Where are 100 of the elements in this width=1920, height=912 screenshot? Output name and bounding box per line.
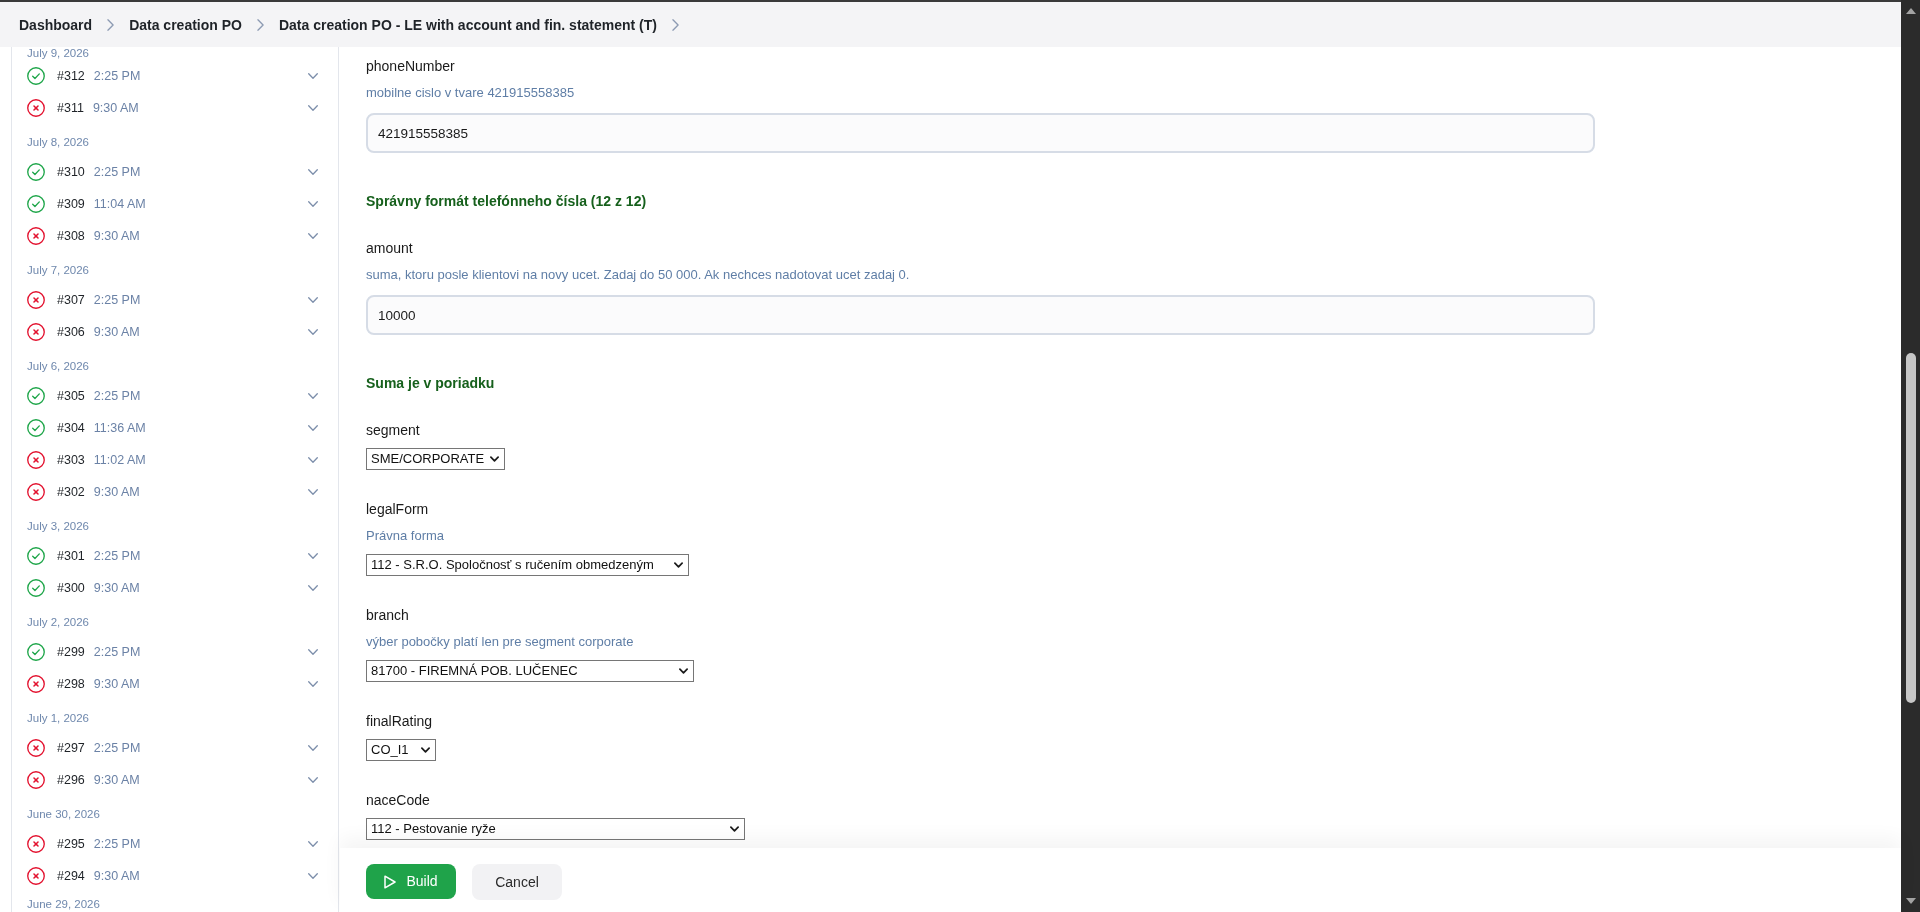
build-time-link[interactable]: 9:30 AM bbox=[93, 580, 140, 596]
date-heading: June 29, 2026 bbox=[27, 898, 100, 911]
chevron-right-icon bbox=[256, 18, 264, 31]
build-time-link[interactable]: 11:04 AM bbox=[93, 196, 146, 212]
chevron-down-icon[interactable] bbox=[308, 585, 318, 591]
field-description: Právna forma bbox=[366, 527, 445, 545]
breadcrumb-link[interactable]: Data creation PO - LE with account and fin. statement (T) bbox=[278, 14, 657, 35]
build-time-link[interactable]: 9:30 AM bbox=[93, 676, 140, 692]
build-number-link[interactable]: #303 bbox=[57, 452, 85, 468]
dropdown-select[interactable]: SME/CORPORATE bbox=[366, 448, 506, 470]
field-label: phoneNumber bbox=[366, 57, 455, 76]
build-number-link[interactable]: #311 bbox=[57, 100, 84, 116]
field-description: výber pobočky platí len pre segment corporate bbox=[366, 633, 634, 651]
chevron-down-icon[interactable] bbox=[308, 489, 318, 495]
build-number-link[interactable]: #306 bbox=[57, 324, 85, 340]
build-time-link[interactable]: 2:25 PM bbox=[93, 644, 141, 660]
chevron-down-icon[interactable] bbox=[308, 745, 318, 751]
validation-message: Suma je v poriadku bbox=[366, 374, 495, 393]
dropdown-select[interactable]: CO_I1 bbox=[366, 739, 436, 761]
chevron-right-icon bbox=[672, 18, 679, 31]
build-time-link[interactable]: 9:30 AM bbox=[93, 772, 140, 788]
build-time-link[interactable]: 2:25 PM bbox=[93, 740, 141, 756]
build-number-link[interactable]: #294 bbox=[57, 868, 85, 884]
validation-message: Správny formát telefónneho čísla (12 z 12) bbox=[366, 192, 647, 211]
breadcrumb-link[interactable]: Dashboard bbox=[19, 14, 93, 35]
build-number-link[interactable]: #295 bbox=[57, 836, 85, 852]
build-number-link[interactable]: #309 bbox=[57, 196, 85, 212]
field-description: mobilne cislo v tvare 421915558385 bbox=[366, 84, 575, 102]
chevron-down-icon[interactable] bbox=[308, 201, 318, 207]
build-time-link[interactable]: 2:25 PM bbox=[93, 164, 141, 180]
date-heading: June 30, 2026 bbox=[27, 807, 100, 821]
build-number-link[interactable]: #297 bbox=[57, 740, 85, 756]
chevron-down-icon[interactable] bbox=[308, 681, 318, 687]
chevron-down-icon bbox=[490, 456, 500, 462]
build-number-link[interactable]: #299 bbox=[57, 644, 85, 660]
field-description: suma, ktoru posle klientovi na novy ucet. Zadaj do 50 000. Ak nechces nadotovat ucet zadaj 0. bbox=[366, 266, 910, 284]
cancel-button[interactable]: Cancel bbox=[472, 864, 562, 900]
chevron-down-icon[interactable] bbox=[308, 649, 318, 655]
field-label: legalForm bbox=[366, 500, 429, 519]
build-number-link[interactable]: #300 bbox=[57, 580, 85, 596]
field-label: segment bbox=[366, 421, 420, 440]
dropdown-select[interactable]: 81700 - FIREMNÁ POB. LUČENEC bbox=[366, 660, 694, 682]
build-time-link[interactable]: 9:30 AM bbox=[92, 100, 139, 116]
build-time-link[interactable]: 11:36 AM bbox=[93, 420, 146, 436]
date-heading: July 8, 2026 bbox=[27, 135, 89, 149]
date-heading: July 2, 2026 bbox=[27, 615, 89, 629]
dropdown-select[interactable]: 112 - S.R.O. Spoločnosť s ručením obmedzeným bbox=[366, 554, 689, 576]
build-time-link[interactable]: 9:30 AM bbox=[93, 324, 140, 340]
build-time-link[interactable]: 2:25 PM bbox=[93, 68, 141, 84]
scrollbar[interactable] bbox=[1901, 0, 1920, 912]
scrollbar-thumb[interactable] bbox=[1905, 353, 1916, 703]
chevron-down-icon[interactable] bbox=[308, 777, 318, 783]
field-label: finalRating bbox=[366, 712, 433, 731]
date-heading: July 3, 2026 bbox=[27, 519, 89, 533]
build-time-link[interactable]: 11:02 AM bbox=[93, 452, 146, 468]
text-input-field[interactable]: 421915558385 bbox=[366, 113, 1595, 153]
chevron-down-icon[interactable] bbox=[308, 297, 318, 303]
build-number-link[interactable]: #312 bbox=[57, 68, 85, 84]
build-time-link[interactable]: 2:25 PM bbox=[93, 292, 141, 308]
chevron-down-icon bbox=[421, 747, 430, 753]
chevron-down-icon[interactable] bbox=[308, 457, 318, 463]
breadcrumb-link[interactable]: Data creation PO bbox=[129, 14, 242, 35]
date-heading: July 1, 2026 bbox=[27, 711, 89, 725]
chevron-down-icon bbox=[674, 562, 683, 568]
build-time-link[interactable]: 9:30 AM bbox=[93, 868, 140, 884]
chevron-right-icon bbox=[107, 18, 115, 31]
chevron-down-icon[interactable] bbox=[308, 425, 318, 431]
dropdown-select[interactable]: 112 - Pestovanie ryže bbox=[366, 818, 745, 840]
build-number-link[interactable]: #308 bbox=[57, 228, 85, 244]
field-label: branch bbox=[366, 606, 409, 625]
build-number-link[interactable]: #298 bbox=[57, 676, 85, 692]
build-number-link[interactable]: #304 bbox=[57, 420, 85, 436]
build-number-link[interactable]: #301 bbox=[57, 548, 85, 564]
scroll-down-arrow-icon[interactable] bbox=[1905, 898, 1916, 904]
build-number-link[interactable]: #307 bbox=[57, 292, 85, 308]
chevron-down-icon[interactable] bbox=[308, 105, 318, 111]
build-number-link[interactable]: #296 bbox=[57, 772, 85, 788]
build-time-link[interactable]: 9:30 AM bbox=[93, 228, 140, 244]
chevron-down-icon[interactable] bbox=[308, 233, 318, 239]
scroll-up-arrow-icon[interactable] bbox=[1905, 8, 1916, 14]
chevron-down-icon[interactable] bbox=[308, 553, 318, 559]
field-label: amount bbox=[366, 239, 413, 258]
play-icon bbox=[384, 874, 397, 889]
text-input-field[interactable]: 10000 bbox=[366, 295, 1595, 335]
date-heading: July 7, 2026 bbox=[27, 263, 89, 277]
chevron-down-icon[interactable] bbox=[308, 841, 318, 847]
build-time-link[interactable]: 2:25 PM bbox=[93, 548, 141, 564]
build-time-link[interactable]: 9:30 AM bbox=[93, 484, 140, 500]
chevron-down-icon[interactable] bbox=[308, 329, 318, 335]
build-time-link[interactable]: 2:25 PM bbox=[93, 836, 141, 852]
chevron-down-icon[interactable] bbox=[308, 169, 318, 175]
chevron-down-icon[interactable] bbox=[308, 393, 318, 399]
build-number-link[interactable]: #305 bbox=[57, 388, 85, 404]
chevron-down-icon[interactable] bbox=[308, 73, 318, 79]
field-label: naceCode bbox=[366, 791, 430, 810]
date-heading: July 6, 2026 bbox=[27, 359, 89, 373]
build-time-link[interactable]: 2:25 PM bbox=[93, 388, 141, 404]
build-number-link[interactable]: #310 bbox=[57, 164, 85, 180]
build-number-link[interactable]: #302 bbox=[57, 484, 85, 500]
chevron-down-icon[interactable] bbox=[308, 873, 318, 879]
